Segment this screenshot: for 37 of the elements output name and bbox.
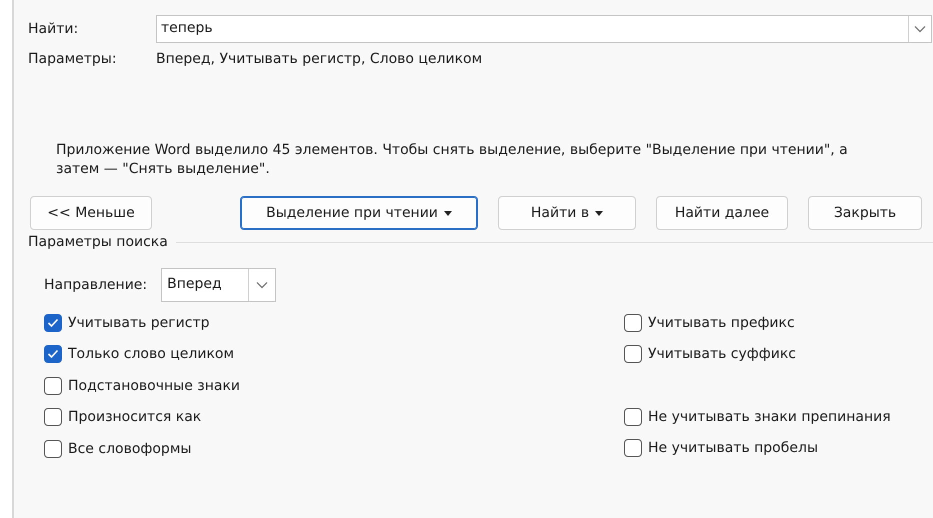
options-label: Параметры: (28, 51, 118, 67)
chevron-down-icon (256, 281, 268, 289)
direction-label: Направление: (44, 277, 148, 293)
checkbox-label: Только слово целиком (68, 346, 234, 362)
checkbox[interactable] (624, 345, 642, 364)
checkbox-label: Учитывать суффикс (648, 346, 796, 362)
dialog-button[interactable]: Выделение при чтении (240, 196, 478, 230)
checkbox-label: Все словоформы (68, 440, 192, 457)
checkbox-label: Не учитывать знаки препинания (648, 408, 891, 425)
checkbox[interactable] (44, 345, 62, 364)
checkbox[interactable] (44, 408, 62, 426)
checkbox[interactable] (624, 314, 642, 332)
find-label: Найти: (28, 21, 80, 37)
dialog-button[interactable]: << Меньше (30, 196, 152, 230)
checkbox-label: Учитывать регистр (68, 314, 210, 331)
checkmark-icon (47, 349, 59, 360)
checkbox[interactable] (44, 376, 62, 395)
options-summary: Вперед, Учитывать регистр, Слово целиком (156, 51, 482, 67)
direction-dropdown[interactable]: Вперед (161, 268, 276, 302)
chevron-down-icon (914, 25, 926, 33)
find-field[interactable]: теперь (156, 15, 932, 43)
checkbox[interactable] (624, 408, 642, 426)
dialog-button[interactable]: Закрыть (808, 196, 922, 230)
dialog-button[interactable]: Найти в (498, 196, 636, 230)
checkbox-label: Произносится как (68, 409, 202, 426)
caret-icon (595, 210, 604, 216)
caret-icon (444, 210, 452, 216)
checkmark-icon (47, 318, 59, 328)
group-title: Параметры поиска (28, 234, 168, 250)
checkbox-label: Учитывать префикс (648, 314, 795, 331)
checkbox-label: Подстановочные знаки (68, 378, 240, 394)
checkbox[interactable] (44, 440, 62, 458)
checkbox[interactable] (44, 314, 62, 332)
checkbox-label: Не учитывать пробелы (648, 440, 818, 456)
status-message: Приложение Word выделило 45 элементов. Чтобы снять выделение, выберите "Выделение при чтении", а затем — "Снять выделение". (56, 141, 849, 179)
checkbox[interactable] (624, 439, 642, 458)
dialog-button[interactable]: Найти далее (656, 196, 788, 230)
